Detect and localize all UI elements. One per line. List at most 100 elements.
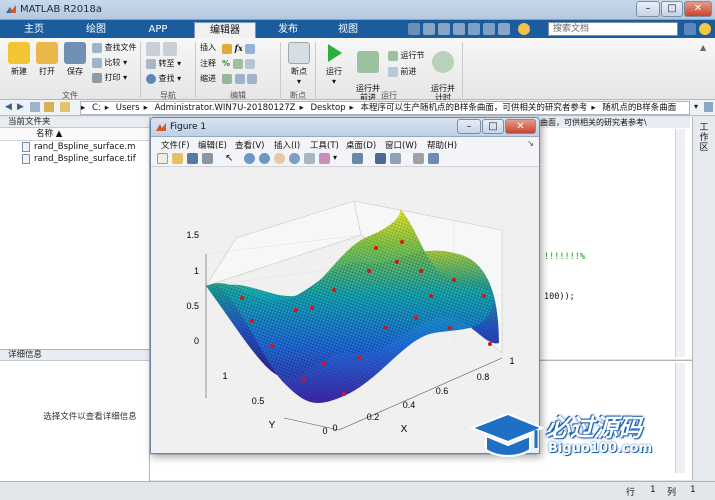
path-field[interactable]: ▸ C: ▸ Users ▸ Administrator.WIN7U-2018012… <box>80 101 690 115</box>
y-tick-label: 0 <box>322 426 327 436</box>
paste-quick-icon[interactable] <box>453 23 465 35</box>
run-section-button[interactable]: 运行节 <box>388 50 425 62</box>
pan-hand-icon[interactable] <box>274 153 285 164</box>
comment-button[interactable]: 注释 <box>200 58 216 70</box>
goto-button[interactable]: 转至 ▾ <box>146 58 181 70</box>
path-dropdown-icon[interactable]: ▾ <box>694 102 698 111</box>
tab-view[interactable]: 视图 <box>322 22 374 38</box>
search-icon[interactable] <box>684 23 696 35</box>
menu-tools[interactable]: 工具(T) <box>310 139 339 151</box>
legend-icon[interactable] <box>390 153 401 164</box>
maximize-button[interactable]: □ <box>661 1 683 17</box>
figure-maximize-button[interactable]: □ <box>482 119 504 134</box>
workspace-label[interactable]: 工作区 <box>698 123 710 153</box>
nav-right-icon[interactable] <box>162 42 177 56</box>
insert-section-icon[interactable] <box>222 43 232 54</box>
cut-quick-icon[interactable] <box>423 23 435 35</box>
tab-home[interactable]: 主页 <box>10 22 58 38</box>
run-button[interactable]: 运行 ▾ <box>320 42 348 86</box>
path-segment[interactable]: Administrator.WIN7U-20180127Z <box>155 103 296 113</box>
notification-icon[interactable] <box>699 23 711 35</box>
menu-window[interactable]: 窗口(W) <box>385 139 417 151</box>
show-tools-icon[interactable] <box>428 153 439 164</box>
indent-right-icon[interactable] <box>234 73 245 84</box>
z-tick-label: 1 <box>194 266 199 276</box>
wrap-icon[interactable] <box>245 58 256 69</box>
forward-arrow-icon[interactable]: ▶ <box>17 102 24 112</box>
minimize-button[interactable]: – <box>636 1 660 17</box>
menu-file[interactable]: 文件(F) <box>161 139 190 151</box>
open-file-icon[interactable] <box>172 153 183 164</box>
file-item[interactable]: rand_Bspline_surface.tif <box>0 153 149 165</box>
figure-close-button[interactable]: ✕ <box>505 119 536 134</box>
link-plot-icon[interactable] <box>352 153 363 164</box>
menu-edit[interactable]: 编辑(E) <box>198 139 227 151</box>
path-search-icon[interactable] <box>704 102 713 112</box>
tab-apps[interactable]: APP <box>132 22 184 38</box>
close-button[interactable]: ✕ <box>684 1 712 17</box>
advance-button[interactable]: 前进 <box>388 66 417 78</box>
copy-quick-icon[interactable] <box>438 23 450 35</box>
save-button[interactable]: 保存 <box>62 42 88 77</box>
command-scrollbar[interactable] <box>675 363 685 473</box>
help-quick-icon[interactable] <box>518 23 530 35</box>
new-button[interactable]: 新建 <box>6 42 32 77</box>
print-figure-icon[interactable] <box>202 153 213 164</box>
breakpoints-button[interactable]: 断点 ▾ <box>286 42 312 86</box>
hide-tools-icon[interactable] <box>413 153 424 164</box>
redo-quick-icon[interactable] <box>483 23 495 35</box>
new-figure-icon[interactable] <box>157 153 168 164</box>
brush-icon[interactable] <box>319 153 330 164</box>
path-segment[interactable]: C: <box>92 103 101 113</box>
menu-insert[interactable]: 插入(I) <box>274 139 300 151</box>
up-folder-icon[interactable] <box>30 102 40 112</box>
tab-editor[interactable]: 编辑器 <box>194 22 256 38</box>
path-segment[interactable]: 本程序可以生产随机点的B样条曲面，可供相关的研究者参考 <box>361 103 588 113</box>
percent-icon[interactable]: % <box>222 59 230 68</box>
editor-tab[interactable]: 曲面，可供相关的研究者参考\ <box>538 117 690 128</box>
nav-left-icon[interactable] <box>146 42 160 56</box>
insert-button[interactable]: 插入 <box>200 42 216 54</box>
data-cursor-icon[interactable] <box>304 153 315 164</box>
menu-desktop[interactable]: 桌面(D) <box>346 139 376 151</box>
menu-view[interactable]: 查看(V) <box>235 139 264 151</box>
print-button[interactable]: 打印 ▾ <box>92 72 127 84</box>
save-quick-icon[interactable] <box>408 23 420 35</box>
find-button[interactable]: 查找 ▾ <box>146 73 181 85</box>
browse-folder-icon[interactable] <box>44 102 54 112</box>
uncomment-icon[interactable] <box>232 58 243 69</box>
brush-dropdown-icon[interactable]: ▾ <box>333 153 344 164</box>
zoom-out-icon[interactable] <box>259 153 270 164</box>
path-segment[interactable]: Users <box>116 103 140 113</box>
indent-button[interactable]: 缩进 <box>200 73 216 85</box>
file-item[interactable]: rand_Bspline_surface.m <box>0 141 149 153</box>
tab-plots[interactable]: 绘图 <box>70 22 122 38</box>
compare-button[interactable]: 比较 ▾ <box>92 57 127 69</box>
tab-publish[interactable]: 发布 <box>262 22 314 38</box>
insert-dropdown-icon[interactable] <box>245 43 256 54</box>
undo-quick-icon[interactable] <box>468 23 480 35</box>
indent-left-icon[interactable] <box>247 73 258 84</box>
back-arrow-icon[interactable]: ◀ <box>5 102 12 112</box>
editor-scrollbar[interactable] <box>675 129 685 357</box>
ribbon-collapse-icon[interactable]: ▲ <box>700 42 706 54</box>
save-figure-icon[interactable] <box>187 153 198 164</box>
fx-icon[interactable]: fx <box>235 43 243 53</box>
name-column-header[interactable]: 名称 ▲ <box>0 128 149 141</box>
menu-help[interactable]: 帮助(H) <box>427 139 457 151</box>
rotate-3d-icon[interactable] <box>289 153 300 164</box>
watermark: 必过源码 Biguo100.com <box>470 404 670 468</box>
open-button[interactable]: 打开 <box>34 42 60 77</box>
switch-window-icon[interactable] <box>498 23 510 35</box>
smart-indent-icon[interactable] <box>222 73 232 84</box>
search-docs-input[interactable]: 搜索文档 <box>548 22 678 36</box>
indent-label: 缩进 <box>200 74 216 83</box>
pointer-icon[interactable]: ↖ <box>225 153 236 164</box>
colorbar-icon[interactable] <box>375 153 386 164</box>
menu-dock-icon[interactable]: ↘ <box>527 139 534 149</box>
path-segment[interactable]: Desktop <box>310 103 345 113</box>
path-segment[interactable]: 随机点的B样条曲面 <box>602 103 676 113</box>
figure-minimize-button[interactable]: – <box>457 119 481 134</box>
zoom-in-icon[interactable] <box>244 153 255 164</box>
find-files-button[interactable]: 查找文件 <box>92 42 137 54</box>
